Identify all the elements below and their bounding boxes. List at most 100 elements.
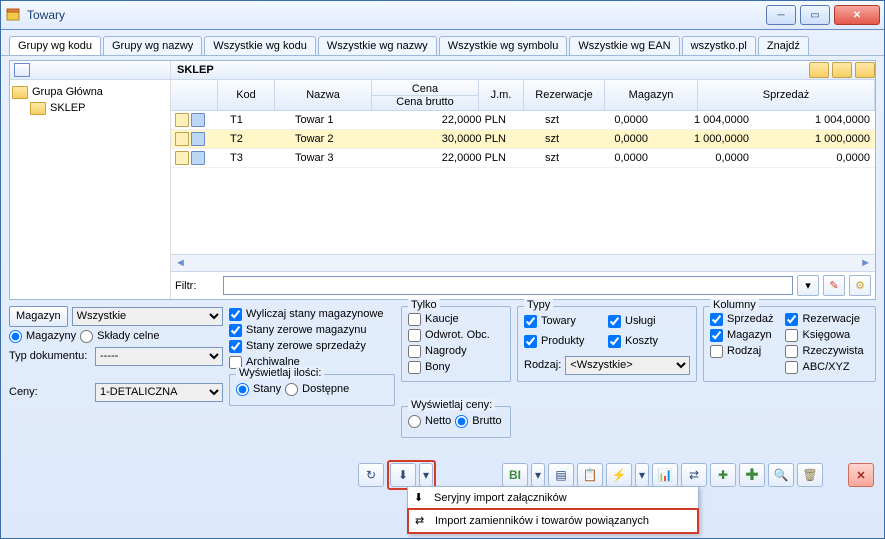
grid-btn-1[interactable] bbox=[809, 62, 829, 78]
filter-dropdown-button[interactable]: ▾ bbox=[797, 275, 819, 296]
tb-delete[interactable]: 🗑 bbox=[797, 463, 823, 487]
cell-spr: 1 004,0000 bbox=[754, 114, 875, 126]
minimize-button[interactable]: ─ bbox=[766, 5, 796, 25]
typdok-select[interactable]: ----- bbox=[95, 347, 223, 366]
tb-refresh[interactable]: ↻ bbox=[358, 463, 384, 487]
tree-root[interactable]: Grupa Główna bbox=[12, 84, 168, 100]
col-cena[interactable]: Cena bbox=[412, 83, 438, 95]
tb-bi[interactable]: BI bbox=[502, 463, 528, 487]
tab-wszystkopl[interactable]: wszystko.pl bbox=[682, 36, 756, 55]
cell-rez: 0,0000 bbox=[564, 133, 653, 145]
tab-znajdz[interactable]: Znajdź bbox=[758, 36, 809, 55]
radio-brutto[interactable]: Brutto bbox=[455, 413, 501, 429]
tb-bi-dropdown[interactable]: ▾ bbox=[531, 463, 545, 487]
col-nazwa[interactable]: Nazwa bbox=[306, 89, 340, 101]
tree-header[interactable] bbox=[10, 61, 170, 80]
grid-panel: SKLEP Kod Nazwa CenaCena brutto J.m. Rez… bbox=[171, 61, 875, 299]
table-row[interactable]: T2 Towar 2 30,0000 PLN szt 0,0000 1 000,… bbox=[171, 130, 875, 149]
cb-kaucje[interactable]: Kaucje bbox=[408, 311, 504, 327]
cb-koszty[interactable]: Koszty bbox=[608, 333, 658, 349]
cb-col-rezerwacje[interactable]: Rezerwacje bbox=[785, 311, 863, 327]
filter-apply-button[interactable]: ✎ bbox=[823, 275, 845, 296]
tab-wszystkie-kodu[interactable]: Wszystkie wg kodu bbox=[204, 36, 316, 55]
tb-link[interactable]: ⇄ bbox=[681, 463, 707, 487]
cb-col-magazyn[interactable]: Magazyn bbox=[710, 327, 773, 343]
window-title: Towary bbox=[27, 8, 762, 22]
tb-search[interactable]: 🔍 bbox=[768, 463, 794, 487]
cb-uslugi[interactable]: Usługi bbox=[608, 313, 656, 329]
filter-row: Filtr: ▾ ✎ ⚙ bbox=[171, 271, 875, 299]
tb-add[interactable]: ✚ bbox=[739, 463, 765, 487]
radio-magazyny[interactable]: Magazyny bbox=[9, 328, 76, 344]
titlebar[interactable]: Towary ─ ▭ ✕ bbox=[1, 1, 884, 30]
tb-chart[interactable]: 📊 bbox=[652, 463, 678, 487]
row-icon bbox=[175, 132, 189, 146]
radio-dostepne[interactable]: Dostępne bbox=[285, 381, 349, 397]
tab-wszystkie-nazwy[interactable]: Wszystkie wg nazwy bbox=[318, 36, 437, 55]
filter-settings-button[interactable]: ⚙ bbox=[849, 275, 871, 296]
cb-nagrody[interactable]: Nagrody bbox=[408, 343, 504, 359]
table-row[interactable]: T3 Towar 3 22,0000 PLN szt 0,0000 0,0000… bbox=[171, 149, 875, 168]
table-row[interactable]: T1 Towar 1 22,0000 PLN szt 0,0000 1 004,… bbox=[171, 111, 875, 130]
cb-col-sprzedaz[interactable]: Sprzedaż bbox=[710, 311, 773, 327]
cb-produkty[interactable]: Produkty bbox=[524, 333, 604, 349]
magazyn-button[interactable]: Magazyn bbox=[9, 306, 68, 327]
tab-wszystkie-ean[interactable]: Wszystkie wg EAN bbox=[569, 36, 679, 55]
grid-title-bar: SKLEP bbox=[171, 61, 875, 80]
tab-grupy-kodu[interactable]: Grupy wg kodu bbox=[9, 36, 101, 55]
col-rez[interactable]: Rezerwacje bbox=[535, 89, 592, 101]
tb-import[interactable]: ⬇ bbox=[390, 463, 416, 487]
maximize-button[interactable]: ▭ bbox=[800, 5, 830, 25]
cb-col-rzeczywista[interactable]: Rzeczywista bbox=[785, 343, 863, 359]
grid-header[interactable]: Kod Nazwa CenaCena brutto J.m. Rezerwacj… bbox=[171, 80, 875, 111]
tab-grupy-nazwy[interactable]: Grupy wg nazwy bbox=[103, 36, 202, 55]
tab-wszystkie-symbolu[interactable]: Wszystkie wg symbolu bbox=[439, 36, 568, 55]
h-scrollbar[interactable]: ◄► bbox=[171, 254, 875, 271]
tb-clipboard[interactable]: 📋 bbox=[577, 463, 603, 487]
tb-doc[interactable]: ▤ bbox=[548, 463, 574, 487]
radio-stany[interactable]: Stany bbox=[236, 381, 281, 397]
tree-child[interactable]: SKLEP bbox=[12, 100, 168, 116]
app-icon bbox=[5, 7, 21, 23]
cb-towary[interactable]: Towary bbox=[524, 313, 604, 329]
row-icon bbox=[191, 113, 205, 127]
cell-rez: 0,0000 bbox=[564, 152, 653, 164]
cb-col-abcxyz[interactable]: ABC/XYZ bbox=[785, 359, 863, 375]
cell-jm: szt bbox=[511, 114, 564, 126]
col-kod[interactable]: Kod bbox=[236, 89, 256, 101]
rodzaj-select[interactable]: <Wszystkie> bbox=[565, 356, 690, 375]
grid-btn-3[interactable] bbox=[855, 62, 875, 78]
tb-import-dropdown[interactable]: ▾ bbox=[419, 463, 433, 487]
cb-odwrot[interactable]: Odwrot. Obc. bbox=[408, 327, 504, 343]
cell-spr: 0,0000 bbox=[754, 152, 875, 164]
col-spr[interactable]: Sprzedaż bbox=[763, 89, 809, 101]
window-towary: Towary ─ ▭ ✕ Grupy wg kodu Grupy wg nazw… bbox=[0, 0, 885, 539]
col-cena-sub[interactable]: Cena brutto bbox=[372, 95, 478, 108]
col-mag[interactable]: Magazyn bbox=[629, 89, 674, 101]
group-title: Typy bbox=[524, 299, 553, 311]
popup-item-seryjny[interactable]: ⬇ Seryjny import załączników bbox=[408, 487, 698, 509]
cell-spr: 1 000,0000 bbox=[754, 133, 875, 145]
grid-btn-2[interactable] bbox=[832, 62, 852, 78]
cb-wyliczaj[interactable]: Wyliczaj stany magazynowe bbox=[229, 306, 395, 322]
cb-col-rodzaj[interactable]: Rodzaj bbox=[710, 343, 773, 359]
tb-add-missing[interactable]: ✚ bbox=[710, 463, 736, 487]
radio-sklady[interactable]: Składy celne bbox=[80, 328, 159, 344]
ceny-select[interactable]: 1-DETALICZNA bbox=[95, 383, 223, 402]
tree-collapse-icon[interactable] bbox=[14, 63, 30, 77]
cb-col-ksiegowa[interactable]: Księgowa bbox=[785, 327, 863, 343]
magazyn-select[interactable]: Wszystkie bbox=[72, 307, 223, 326]
popup-item-import-zamiennikow[interactable]: ⇄ Import zamienników i towarów powiązany… bbox=[407, 508, 699, 534]
cb-zerowe-mag[interactable]: Stany zerowe magazynu bbox=[229, 322, 395, 338]
tb-close[interactable]: ✕ bbox=[848, 463, 874, 487]
grid[interactable]: Kod Nazwa CenaCena brutto J.m. Rezerwacj… bbox=[171, 80, 875, 254]
group-wysw-ilosci: Wyświetlaj ilości: Stany Dostępne bbox=[229, 374, 395, 406]
filter-input[interactable] bbox=[223, 276, 793, 295]
close-button[interactable]: ✕ bbox=[834, 5, 880, 25]
radio-netto[interactable]: Netto bbox=[408, 413, 451, 429]
tb-flash[interactable]: ⚡ bbox=[606, 463, 632, 487]
tb-flash-dropdown[interactable]: ▾ bbox=[635, 463, 649, 487]
col-jm[interactable]: J.m. bbox=[491, 89, 512, 101]
cb-zerowe-spr[interactable]: Stany zerowe sprzedaży bbox=[229, 338, 395, 354]
cb-bony[interactable]: Bony bbox=[408, 359, 504, 375]
